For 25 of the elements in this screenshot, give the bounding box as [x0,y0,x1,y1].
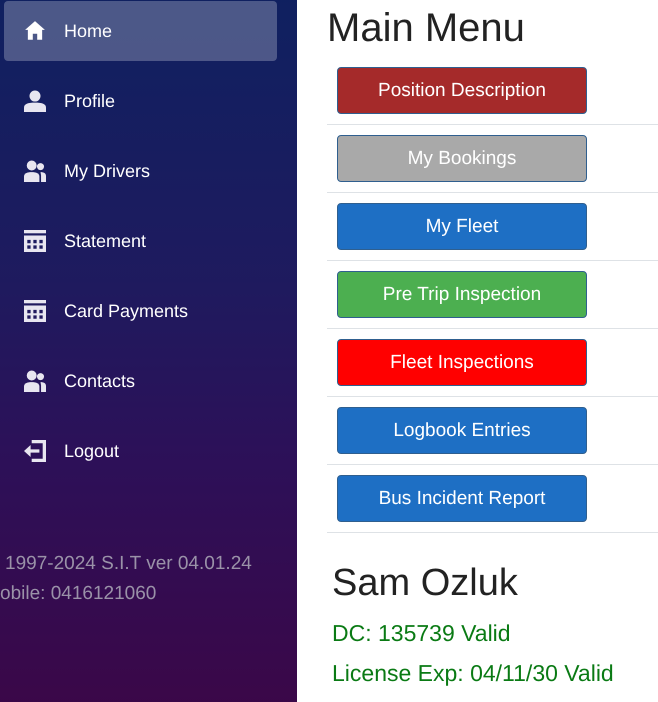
calendar-icon [24,230,46,252]
users-icon [24,370,46,392]
menu-button[interactable]: Logbook Entries [337,407,587,454]
nav-item[interactable]: Statement [4,211,277,271]
nav-item[interactable]: Logout [4,421,277,481]
menu-button[interactable]: Fleet Inspections [337,339,587,386]
nav-item[interactable]: Contacts [4,351,277,411]
page-title: Main Menu [327,6,526,50]
calendar-icon [24,300,46,322]
footer-text: 1997-2024 S.I.T ver 04.01.24 [4,552,253,576]
user-detail: DC: 135739 Valid [332,619,512,648]
menu-button[interactable]: My Fleet [337,203,587,250]
user-name: Sam Ozluk [332,561,519,605]
home-icon [24,20,46,42]
footer-text: obile: 0416121060 [0,582,158,606]
nav-item[interactable]: Home [4,1,277,61]
users-icon [24,160,46,182]
logout-icon [24,440,46,462]
menu-button[interactable]: Position Description [337,67,587,114]
user-icon [24,90,46,112]
nav-item[interactable]: My Drivers [4,141,277,201]
menu-button[interactable]: Bus Incident Report [337,475,587,522]
nav-item[interactable]: Profile [4,71,277,131]
user-detail: License Exp: 04/11/30 Valid [332,659,615,688]
nav-item[interactable]: Card Payments [4,281,277,341]
